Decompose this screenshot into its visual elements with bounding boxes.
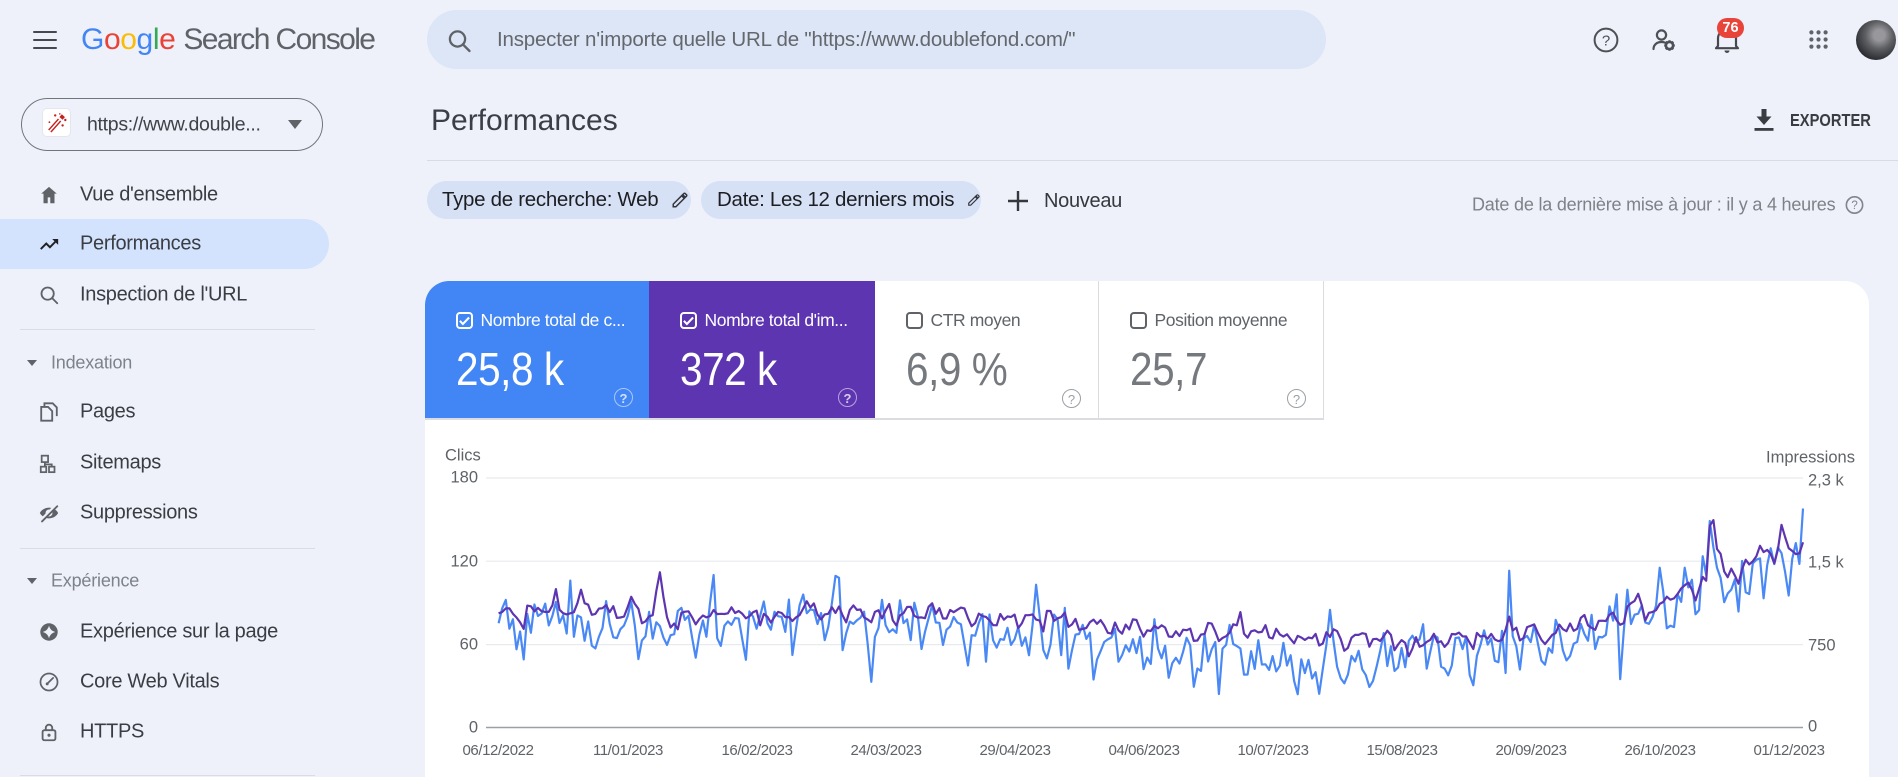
svg-text:?: ?: [1602, 33, 1610, 50]
svg-text:?: ?: [1851, 200, 1857, 212]
